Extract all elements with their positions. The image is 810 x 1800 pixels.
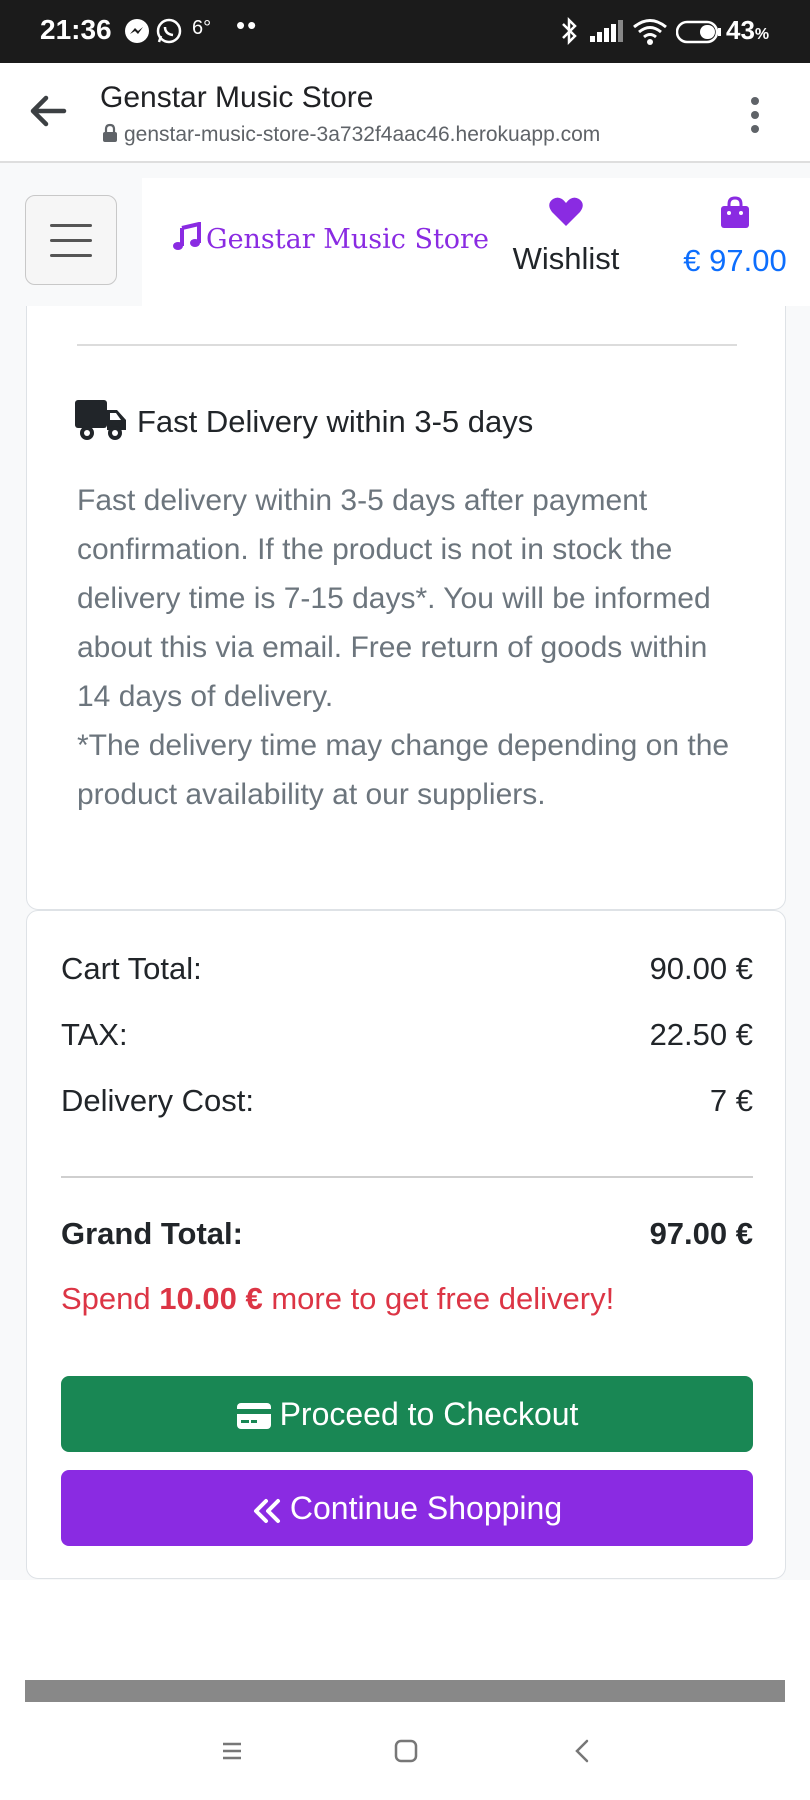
cart-link[interactable]: € 97.00 — [672, 196, 798, 279]
free-delivery-amount: 10.00 € — [159, 1281, 263, 1316]
wishlist-link[interactable]: Wishlist — [506, 196, 626, 277]
wifi-icon — [632, 18, 668, 51]
shopping-bag-icon — [719, 196, 751, 234]
browser-menu-icon[interactable] — [748, 95, 762, 140]
delivery-cost-label: Delivery Cost: — [61, 1083, 254, 1118]
delivery-text: Fast delivery within 3-5 days after paym… — [77, 484, 711, 713]
free-delivery-message: Spend 10.00 € more to get free delivery! — [61, 1281, 615, 1316]
temperature: 6° — [192, 17, 212, 39]
tax-value: 22.50 € — [649, 1017, 753, 1052]
grand-total-value: 97.00 € — [649, 1216, 753, 1251]
footer-strip — [25, 1680, 785, 1702]
battery-icon — [675, 20, 722, 49]
hamburger-icon-line — [50, 239, 92, 242]
music-note-icon — [172, 221, 202, 259]
delivery-note: *The delivery time may change depending … — [77, 729, 730, 811]
back-icon[interactable] — [572, 1738, 592, 1769]
cart-total-amount: € 97.00 — [683, 243, 787, 278]
hamburger-icon-line — [50, 224, 92, 227]
delivery-description: Fast delivery within 3-5 days after paym… — [77, 476, 747, 819]
continue-shopping-button[interactable]: Continue Shopping — [61, 1470, 753, 1546]
credit-card-icon — [236, 1381, 272, 1457]
proceed-to-checkout-button[interactable]: Proceed to Checkout — [61, 1376, 753, 1452]
hamburger-icon-line — [50, 254, 92, 257]
messenger-icon — [124, 18, 150, 49]
lock-icon — [102, 123, 118, 149]
delivery-cost-value: 7 € — [709, 1083, 753, 1118]
truck-icon — [75, 398, 127, 447]
cart-total-value: 90.00 € — [649, 951, 753, 986]
heart-icon — [548, 197, 584, 232]
brand-link[interactable]: Genstar Music Store — [172, 221, 489, 259]
clock: 21:36 — [40, 14, 112, 45]
recents-icon[interactable] — [220, 1738, 244, 1769]
whatsapp-icon — [156, 18, 182, 49]
divider — [77, 344, 737, 346]
hamburger-menu-button[interactable] — [25, 195, 117, 285]
wishlist-label: Wishlist — [512, 241, 620, 276]
grand-total-label: Grand Total: — [61, 1216, 243, 1251]
order-summary-card: Cart Total: 90.00 € TAX: 22.50 € Deliver… — [26, 910, 786, 1579]
more-notifications: •• — [236, 10, 259, 40]
browser-toolbar: Genstar Music Store genstar-music-store-… — [0, 63, 810, 163]
delivery-title: Fast Delivery within 3-5 days — [137, 404, 534, 439]
divider — [61, 1176, 753, 1178]
delivery-info-card: Fast Delivery within 3-5 days Fast deliv… — [26, 306, 786, 910]
site-navbar: Genstar Music Store Wishlist € 97.00 — [0, 178, 810, 306]
bluetooth-icon — [560, 16, 580, 51]
double-chevron-left-icon — [252, 1475, 282, 1551]
browser-back-button[interactable] — [28, 93, 68, 134]
signal-icon — [588, 18, 624, 49]
status-bar: 21:36 6° •• 43% — [0, 0, 810, 63]
home-icon[interactable] — [393, 1738, 419, 1769]
browser-url[interactable]: genstar-music-store-3a732f4aac46.herokua… — [102, 123, 600, 149]
battery-level: 43% — [726, 15, 770, 45]
tax-label: TAX: — [61, 1017, 128, 1052]
browser-page-title[interactable]: Genstar Music Store — [100, 81, 373, 115]
cart-total-label: Cart Total: — [61, 951, 202, 986]
